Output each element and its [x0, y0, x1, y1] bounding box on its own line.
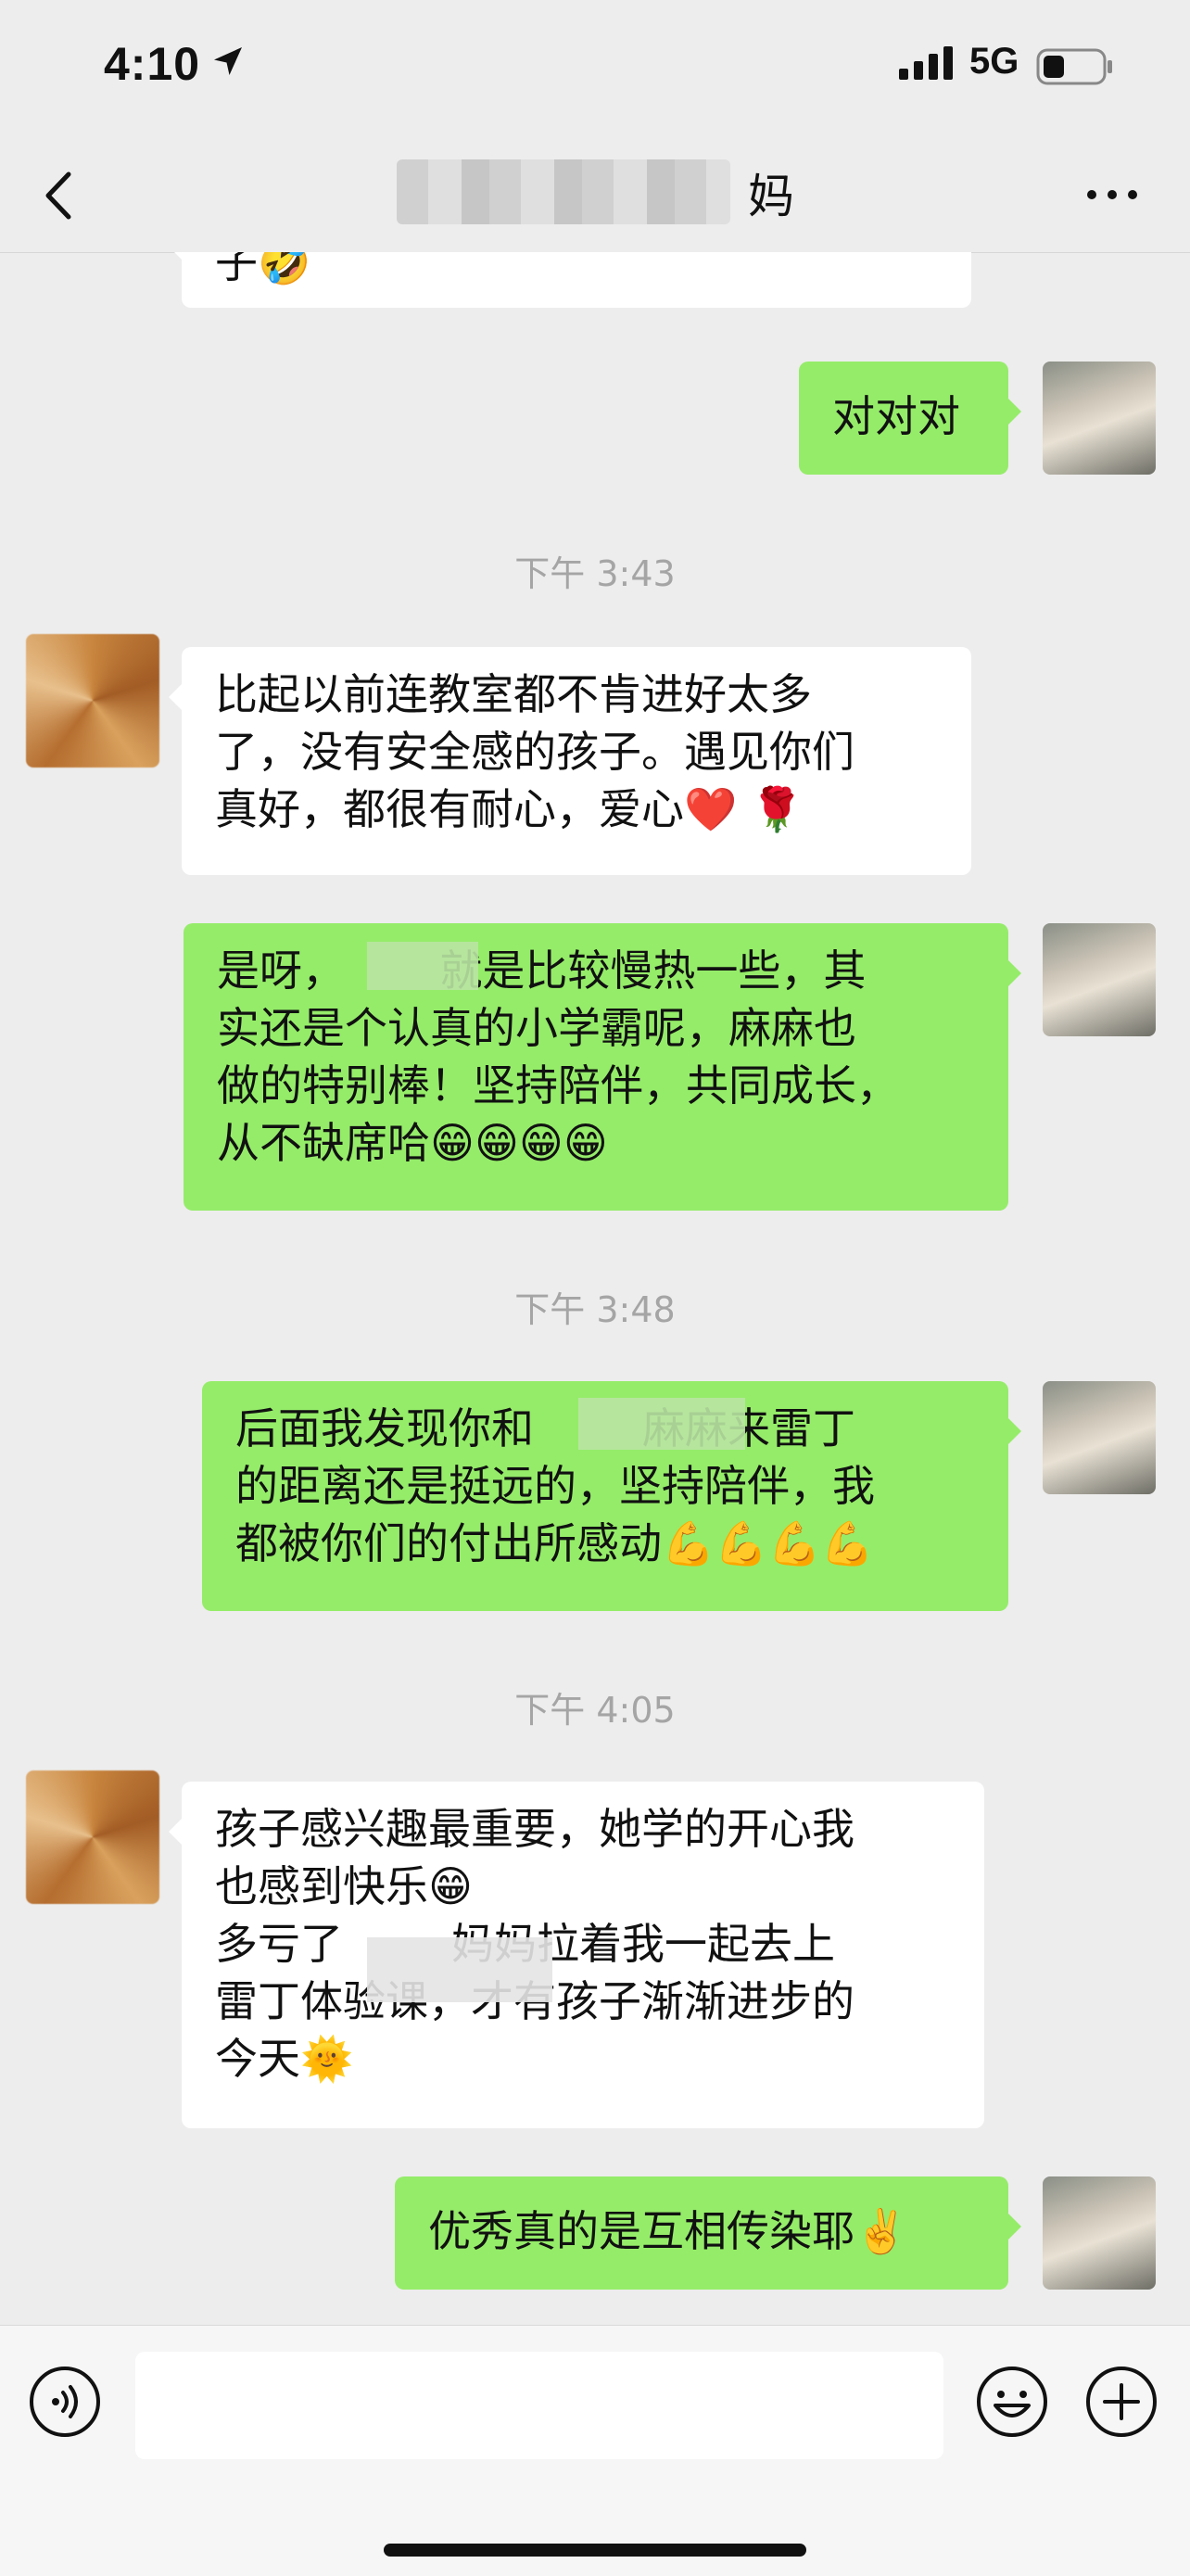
message-list[interactable]: 子🤣 对对对 下午 3:43 比起以前连教室都不肯进好太多 了，没有安全感的孩子…: [0, 252, 1190, 2325]
home-indicator[interactable]: [384, 2544, 806, 2557]
my-avatar[interactable]: [1043, 923, 1156, 1036]
message-input[interactable]: [135, 2352, 943, 2459]
redacted-name: [367, 1937, 552, 2002]
signal-bars-icon: [899, 46, 956, 83]
contact-avatar[interactable]: [26, 1770, 159, 1904]
voice-icon[interactable]: [28, 2365, 102, 2439]
network-type: 5G: [969, 41, 1019, 82]
timestamp: 下午 4:05: [514, 1690, 676, 1731]
message-bubble-in[interactable]: 孩子感兴趣最重要，她学的开心我 也感到快乐😁 多亏了 妈妈拉着我一起去上 雷丁体…: [169, 1782, 984, 2128]
my-avatar[interactable]: [1043, 362, 1156, 475]
my-avatar[interactable]: [1043, 1381, 1156, 1494]
chat-title: 妈: [748, 170, 794, 223]
status-time: 4:10: [104, 38, 201, 90]
contact-avatar[interactable]: [26, 634, 159, 768]
timestamp: 下午 3:48: [514, 1289, 676, 1330]
emoji-icon[interactable]: [975, 2365, 1049, 2439]
message-bubble-in[interactable]: 子🤣: [169, 252, 971, 308]
plus-icon[interactable]: [1084, 2365, 1158, 2439]
my-avatar[interactable]: [1043, 2176, 1156, 2290]
redacted-name: [367, 942, 478, 990]
message-bubble-out[interactable]: 是呀， 就是比较慢热一些，其 实还是个认真的小学霸呢，麻麻也 做的特别棒！坚持陪…: [184, 923, 1021, 1211]
status-bar: 4:10 5G: [0, 0, 1190, 139]
more-dots-icon[interactable]: [1084, 185, 1140, 204]
redacted-name: [578, 1398, 745, 1450]
timestamp: 下午 3:43: [514, 553, 676, 594]
message-bubble-in[interactable]: 比起以前连教室都不肯进好太多 了，没有安全感的孩子。遇见你们 真好，都很有耐心，…: [169, 647, 971, 875]
input-bar: [0, 2325, 1190, 2576]
chat-header: 妈: [0, 139, 1190, 253]
battery-icon: [1036, 48, 1114, 89]
message-bubble-out[interactable]: 对对对: [799, 362, 1021, 475]
location-arrow-icon: [211, 44, 245, 82]
message-bubble-out[interactable]: 优秀真的是互相传染耶✌️: [395, 2176, 1021, 2290]
